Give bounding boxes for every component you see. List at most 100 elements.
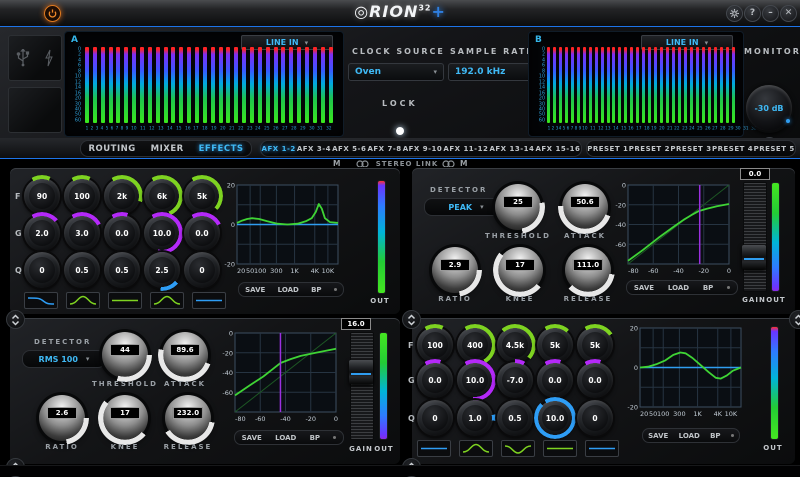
filter-shape-button-flat[interactable] [192, 292, 226, 309]
filter-shape-button-bell[interactable] [66, 292, 100, 309]
load-button[interactable]: LOAD [275, 434, 296, 442]
eq-knob[interactable]: 2.5 [141, 249, 183, 291]
eq-knob[interactable]: 100 [414, 324, 456, 366]
save-button[interactable]: SAVE [634, 284, 654, 292]
eq-knob[interactable]: 5k [181, 175, 223, 217]
fader-handle[interactable] [742, 245, 766, 269]
meter-bar [320, 47, 325, 123]
tab-afx-11-12[interactable]: AFX 11-12 [443, 145, 488, 153]
tab-afx-7-8[interactable]: AFX 7-8 [367, 145, 401, 153]
tab-preset-2[interactable]: PRESET 2 [629, 145, 670, 153]
eq-knob[interactable]: 400 [454, 324, 496, 366]
tab-preset-3[interactable]: PRESET 3 [670, 145, 711, 153]
mute-channel-a-button[interactable]: M [333, 159, 340, 168]
eq-knob[interactable]: 4.5k [494, 324, 536, 366]
bypass-button[interactable]: BP [310, 434, 320, 442]
tab-afx-5-6[interactable]: AFX 5-6 [332, 145, 366, 153]
filter-shape-row [417, 440, 619, 457]
filter-shape-button-lp[interactable] [24, 292, 58, 309]
eq-knob[interactable]: 0.0 [534, 359, 576, 401]
load-button[interactable]: LOAD [679, 432, 700, 440]
bypass-button[interactable]: BP [703, 284, 713, 292]
filter-shape-button-flat[interactable] [585, 440, 619, 457]
ratio-knob[interactable]: 2.9 [428, 243, 482, 297]
save-button[interactable]: SAVE [245, 286, 265, 294]
panel-scroll-button[interactable] [6, 310, 25, 329]
link-icon[interactable] [356, 160, 369, 168]
save-button[interactable]: SAVE [648, 432, 668, 440]
monitor-volume-knob[interactable]: -30 dB [746, 85, 792, 131]
attack-knob[interactable]: 50.6 [558, 180, 612, 234]
eq-knob[interactable]: 90 [21, 175, 63, 217]
threshold-knob[interactable]: 25 [491, 180, 545, 234]
filter-shape-button-bell[interactable] [150, 292, 184, 309]
eq-knob[interactable]: 5k [534, 324, 576, 366]
eq-knob[interactable]: 0.5 [104, 252, 140, 288]
knee-knob[interactable]: 17 [493, 243, 547, 297]
load-button[interactable]: LOAD [278, 286, 299, 294]
tab-afx-3-4[interactable]: AFX 3-4 [297, 145, 331, 153]
eq-knob[interactable]: 10.0 [141, 212, 183, 254]
eq-knob[interactable]: 0.0 [414, 359, 456, 401]
tab-preset-4[interactable]: PRESET 4 [712, 145, 753, 153]
threshold-knob[interactable]: 44 [98, 328, 152, 382]
filter-shape-button-flat[interactable] [543, 440, 577, 457]
eq-knob[interactable]: 0 [24, 252, 60, 288]
gain-fader[interactable] [742, 182, 767, 292]
eq-knob[interactable]: 1.0 [454, 397, 496, 439]
eq-knob[interactable]: 5k [574, 324, 616, 366]
settings-button[interactable] [726, 5, 743, 22]
eq-knob[interactable]: 0 [417, 400, 453, 436]
eq-knob[interactable]: 2.0 [21, 212, 63, 254]
release-knob[interactable]: 111.0 [561, 243, 615, 297]
load-button[interactable]: LOAD [668, 284, 689, 292]
filter-shape-button-notch[interactable] [501, 440, 535, 457]
svg-text:-20: -20 [627, 404, 638, 412]
eq-knob[interactable]: 2k [101, 175, 143, 217]
filter-shape-button-flat[interactable] [417, 440, 451, 457]
tab-afx-1-2[interactable]: AFX 1-2 [262, 145, 296, 153]
release-knob[interactable]: 232.0 [161, 391, 215, 445]
bypass-button[interactable]: BP [311, 286, 321, 294]
detector-select[interactable]: RMS 100 ▾ [22, 350, 106, 368]
save-button[interactable]: SAVE [242, 434, 262, 442]
mute-channel-b-button[interactable]: M [460, 159, 467, 168]
minimize-button[interactable]: – [762, 5, 779, 22]
tab-afx-9-10[interactable]: AFX 9-10 [403, 145, 443, 153]
panel-scroll-button[interactable] [402, 310, 421, 329]
tab-afx-15-16[interactable]: AFX 15-16 [535, 145, 580, 153]
tab-preset-1[interactable]: PRESET 1 [587, 145, 628, 153]
fader-handle[interactable] [349, 360, 373, 384]
link-icon[interactable] [442, 160, 455, 168]
close-button[interactable]: ✕ [780, 5, 797, 22]
tab-routing[interactable]: ROUTING [88, 144, 135, 154]
eq-knob[interactable]: 0.0 [574, 359, 616, 401]
meter-bar [124, 47, 129, 123]
eq-knob[interactable]: 0 [577, 400, 613, 436]
gain-fader[interactable] [349, 332, 374, 440]
filter-shape-button-flat[interactable] [108, 292, 142, 309]
clock-source-select[interactable]: Oven ▾ [348, 63, 444, 81]
eq-knob[interactable]: 6k [141, 175, 183, 217]
tab-afx-13-14[interactable]: AFX 13-14 [489, 145, 534, 153]
bypass-button[interactable]: BP [710, 432, 720, 440]
attack-knob[interactable]: 89.6 [158, 328, 212, 382]
eq-knob[interactable]: 0 [184, 252, 220, 288]
eq-knob[interactable]: 0.0 [181, 212, 223, 254]
svg-text:0: 0 [229, 330, 233, 338]
eq-knob[interactable]: 10.0 [534, 397, 576, 439]
eq-knob[interactable]: 3.0 [61, 212, 103, 254]
knee-knob[interactable]: 17 [98, 391, 152, 445]
eq-knob[interactable]: 0.5 [497, 400, 533, 436]
tab-preset-5[interactable]: PRESET 5 [754, 145, 795, 153]
tab-mixer[interactable]: MIXER [151, 144, 184, 154]
ratio-knob[interactable]: 2.6 [35, 391, 89, 445]
filter-shape-button-bell[interactable] [459, 440, 493, 457]
tab-effects[interactable]: EFFECTS [199, 144, 244, 154]
eq-knob[interactable]: 0.0 [101, 212, 143, 254]
eq-knob[interactable]: 0.5 [64, 252, 100, 288]
help-button[interactable]: ? [744, 5, 761, 22]
eq-knob[interactable]: 10.0 [454, 359, 496, 401]
eq-knob[interactable]: 100 [61, 175, 103, 217]
eq-knob[interactable]: -7.0 [494, 359, 536, 401]
